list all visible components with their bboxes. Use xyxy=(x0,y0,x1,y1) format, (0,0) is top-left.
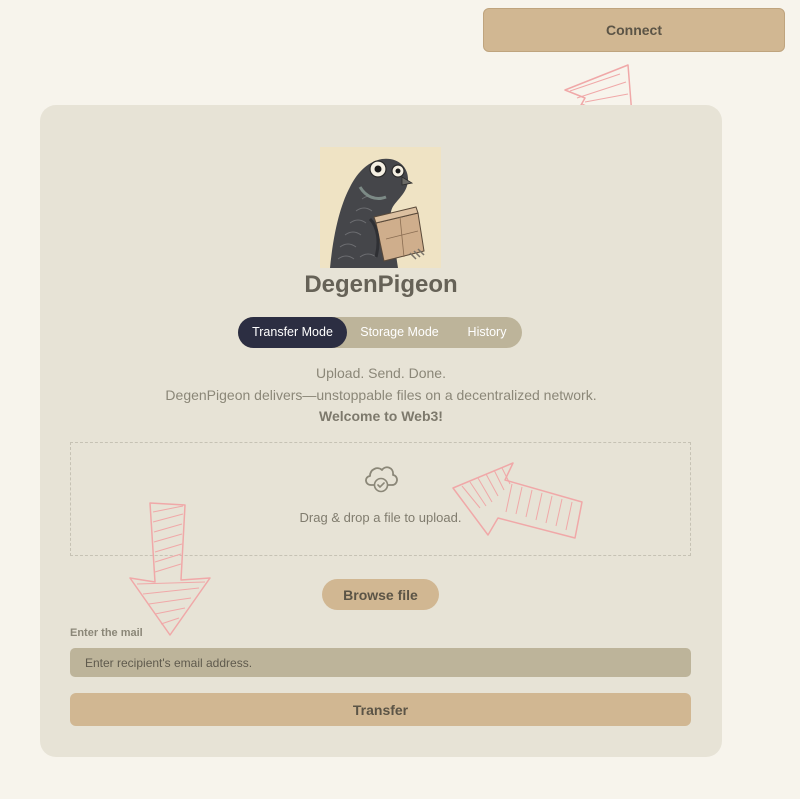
browse-file-button[interactable]: Browse file xyxy=(322,579,439,610)
main-card: DegenPigeon Transfer Mode Storage Mode H… xyxy=(40,105,722,757)
arrow-to-dropzone-icon xyxy=(452,462,583,539)
arrow-to-email-icon xyxy=(129,502,211,636)
app-title: DegenPigeon xyxy=(304,271,458,298)
transfer-button[interactable]: Transfer xyxy=(70,693,691,726)
tab-storage-mode[interactable]: Storage Mode xyxy=(347,317,452,348)
tagline-welcome: Welcome to Web3! xyxy=(319,408,443,424)
tab-transfer-mode[interactable]: Transfer Mode xyxy=(238,317,347,348)
mode-tabs: Transfer Mode Storage Mode History xyxy=(238,317,522,348)
cloud-check-icon xyxy=(365,466,398,493)
email-field[interactable] xyxy=(70,648,691,677)
tagline-line-1: Upload. Send. Done. xyxy=(316,365,446,381)
tab-history[interactable]: History xyxy=(452,317,522,348)
connect-button[interactable]: Connect xyxy=(483,8,785,52)
tagline-line-2: DegenPigeon delivers—unstoppable files o… xyxy=(165,387,597,403)
pigeon-logo xyxy=(320,147,441,268)
